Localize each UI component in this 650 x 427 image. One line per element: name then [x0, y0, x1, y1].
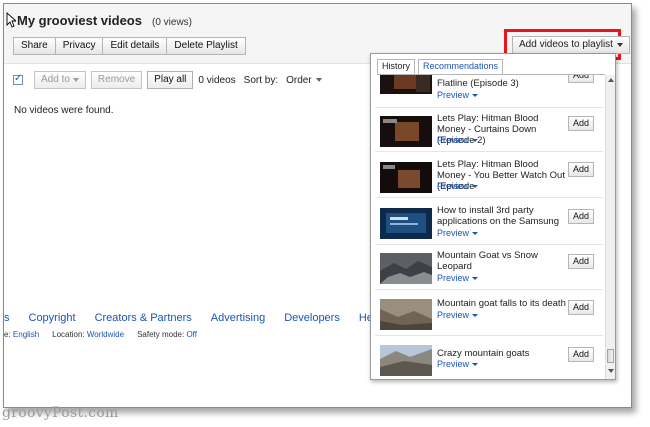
video-title[interactable]: Mountain goat falls to its death: [437, 298, 567, 309]
language-label: e:: [4, 330, 11, 339]
watermark: groovyPost.com: [2, 405, 119, 421]
chevron-down-icon: [472, 362, 479, 366]
video-toolbar: ✓ Add to Remove Play all 0 videos Sort b…: [13, 70, 322, 90]
chevron-down-icon: [616, 43, 623, 47]
video-thumbnail: [380, 345, 432, 376]
preview-link[interactable]: Preview: [437, 359, 479, 369]
location-link[interactable]: Worldwide: [87, 330, 124, 339]
footer-link-partial[interactable]: s: [4, 312, 10, 324]
add-video-button[interactable]: Add: [568, 75, 594, 83]
remove-button[interactable]: Remove: [90, 71, 143, 89]
list-item: Mountain Goat vs Snow Leopard Preview Ad…: [375, 246, 603, 290]
video-thumbnail: [380, 116, 432, 147]
add-to-label: Add to: [41, 74, 70, 85]
scroll-thumb[interactable]: [607, 349, 614, 363]
list-item: Mountain goat falls to its death Preview…: [375, 292, 603, 336]
safety-link[interactable]: Off: [186, 330, 197, 339]
video-title[interactable]: Flatline (Episode 3): [437, 78, 567, 89]
select-all-checkbox[interactable]: ✓: [13, 73, 23, 85]
video-thumbnail: [380, 162, 432, 193]
scroll-down-icon[interactable]: [608, 369, 614, 373]
preview-link[interactable]: Preview: [437, 273, 479, 283]
delete-playlist-button[interactable]: Delete Playlist: [166, 37, 246, 55]
add-videos-to-playlist-button[interactable]: Add videos to playlist: [512, 36, 630, 54]
video-title[interactable]: Mountain Goat vs Snow Leopard: [437, 250, 567, 272]
playlist-actions: Share Privacy Edit details Delete Playli…: [13, 37, 246, 55]
video-title[interactable]: Crazy mountain goats: [437, 348, 567, 359]
preview-link[interactable]: Preview: [437, 310, 479, 320]
safety-label: Safety mode:: [137, 330, 185, 339]
tab-history[interactable]: History: [377, 59, 416, 74]
chevron-down-icon: [72, 78, 79, 82]
video-title[interactable]: How to install 3rd party applications on…: [437, 205, 567, 227]
play-all-button[interactable]: Play all: [147, 71, 194, 89]
sort-label: Sort by:: [243, 74, 279, 86]
preview-link[interactable]: Preview: [437, 135, 479, 145]
chevron-down-icon: [472, 138, 479, 142]
video-count: 0 videos: [198, 74, 236, 86]
footer-settings: e: English Location: Worldwide Safety mo…: [4, 330, 210, 339]
footer-link-creators[interactable]: Creators & Partners: [95, 312, 192, 324]
page-title: My grooviest videos: [17, 13, 142, 28]
video-thumbnail: [380, 75, 432, 94]
video-thumbnail: [380, 253, 432, 284]
add-videos-panel: History Recommendations Flatline (Episod…: [370, 53, 616, 380]
preview-link[interactable]: Preview: [437, 181, 479, 191]
tab-recommendations[interactable]: Recommendations: [418, 59, 504, 74]
chevron-down-icon: [472, 231, 479, 235]
check-icon: ✓: [14, 73, 23, 84]
panel-scrollbar[interactable]: [605, 75, 615, 379]
list-item: Crazy mountain goats Preview Add: [375, 338, 603, 379]
footer-link-advertising[interactable]: Advertising: [211, 312, 265, 324]
add-video-button[interactable]: Add: [568, 254, 594, 269]
empty-message: No videos were found.: [14, 105, 114, 116]
chevron-down-icon: [472, 276, 479, 280]
add-video-button[interactable]: Add: [568, 300, 594, 315]
preview-link[interactable]: Preview: [437, 90, 479, 100]
panel-tabs: History Recommendations: [377, 59, 506, 74]
list-item: How to install 3rd party applications on…: [375, 201, 603, 245]
view-count: (0 views): [151, 17, 192, 28]
chevron-down-icon: [315, 78, 322, 82]
add-videos-label: Add videos to playlist: [519, 39, 613, 50]
list-item: Lets Play: Hitman Blood Money - Curtains…: [375, 108, 603, 152]
location-label: Location:: [52, 330, 85, 339]
add-video-button[interactable]: Add: [568, 209, 594, 224]
add-video-button[interactable]: Add: [568, 116, 594, 131]
video-thumbnail: [380, 299, 432, 330]
sort-value: Order: [286, 74, 312, 86]
list-item: Flatline (Episode 3) Preview Add: [375, 75, 603, 108]
sort-dropdown[interactable]: Order: [286, 75, 322, 86]
video-list: Flatline (Episode 3) Preview Add Lets Pl…: [375, 75, 603, 379]
list-item: Lets Play: Hitman Blood Money - You Bett…: [375, 154, 603, 198]
privacy-button[interactable]: Privacy: [54, 37, 103, 55]
app-window: My grooviest videos (0 views) Share Priv…: [3, 3, 632, 408]
edit-details-button[interactable]: Edit details: [102, 37, 167, 55]
chevron-down-icon: [472, 313, 479, 317]
footer-links: s Copyright Creators & Partners Advertis…: [4, 312, 433, 324]
add-video-button[interactable]: Add: [568, 162, 594, 177]
language-link[interactable]: English: [13, 330, 39, 339]
chevron-down-icon: [472, 184, 479, 188]
footer-link-copyright[interactable]: Copyright: [29, 312, 76, 324]
video-thumbnail: [380, 208, 432, 239]
footer-link-developers[interactable]: Developers: [284, 312, 340, 324]
chevron-down-icon: [472, 93, 479, 97]
scroll-up-icon[interactable]: [608, 78, 614, 82]
share-button[interactable]: Share: [13, 37, 55, 55]
add-video-button[interactable]: Add: [568, 347, 594, 362]
add-to-button[interactable]: Add to: [34, 71, 86, 89]
preview-link[interactable]: Preview: [437, 228, 479, 238]
